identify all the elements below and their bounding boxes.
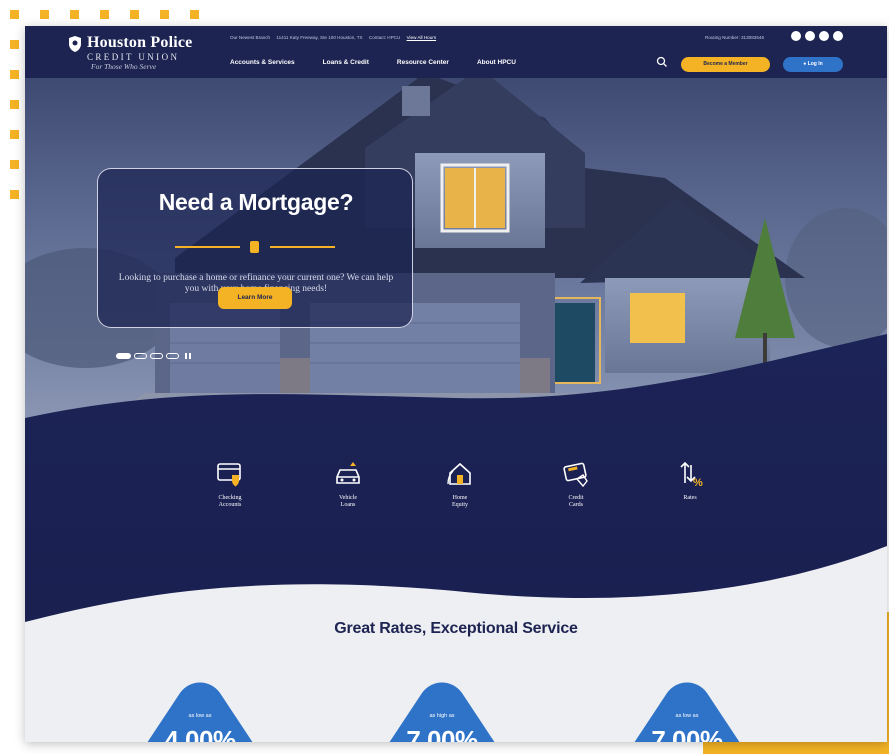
- accent-bar-bottom: [703, 742, 889, 754]
- routing-number: Routing Number: 313083646: [705, 35, 764, 40]
- topbar-contact: Contact: HPCU: [368, 35, 401, 40]
- quick-link-home-equity[interactable]: Home Equity: [425, 459, 495, 509]
- nav-resource-center[interactable]: Resource Center: [397, 59, 449, 66]
- nav-accounts-services[interactable]: Accounts & Services: [230, 59, 295, 66]
- site-header: Houston Police CREDIT UNION For Those Wh…: [25, 26, 887, 78]
- instagram-icon[interactable]: [791, 31, 801, 41]
- rate-value: 7.00%: [406, 725, 478, 742]
- hero-title: Need a Mortgage?: [158, 189, 354, 215]
- website-frame: Houston Police CREDIT UNION For Those Wh…: [25, 26, 887, 742]
- logo-tagline: For Those Who Serve: [91, 62, 157, 71]
- slide-dot-1[interactable]: [116, 353, 131, 359]
- login-label: Log In: [807, 61, 823, 67]
- quick-link-credit-cards[interactable]: Credit Cards: [541, 459, 611, 509]
- logo-name: Houston Police: [87, 34, 193, 51]
- checking-card-icon: [217, 463, 241, 487]
- linkedin-icon[interactable]: [833, 31, 843, 41]
- rate-value: 7.00%: [651, 725, 723, 742]
- rate-card-1[interactable]: as low as 4.00%: [135, 681, 265, 742]
- become-member-button[interactable]: Become a Member: [681, 57, 770, 72]
- search-icon[interactable]: [656, 56, 668, 68]
- nav-loans-credit[interactable]: Loans & Credit: [323, 59, 369, 66]
- vehicle-icon: [336, 462, 360, 484]
- rate-value: 4.00%: [164, 725, 236, 742]
- credit-card-icon: [563, 462, 588, 488]
- police-badge-icon: [69, 36, 81, 52]
- quick-link-label: Credit Cards: [568, 495, 584, 508]
- main-nav: Accounts & Services Loans & Credit Resou…: [230, 59, 516, 66]
- svg-text:%: %: [693, 477, 703, 489]
- login-button[interactable]: ● Log In: [783, 57, 843, 72]
- logo-subtitle: CREDIT UNION: [87, 52, 180, 62]
- rate-card-3[interactable]: as low as 7.00%: [622, 681, 752, 742]
- hero-divider: [175, 241, 335, 253]
- slide-dot-2[interactable]: [134, 353, 147, 359]
- learn-more-button[interactable]: Learn More: [218, 287, 292, 309]
- slider-controls: [116, 353, 192, 359]
- quick-link-label: Checking Accounts: [218, 495, 242, 508]
- slide-dot-4[interactable]: [166, 353, 179, 359]
- rate-prefix: as low as: [675, 713, 699, 719]
- nav-about[interactable]: About HPCU: [477, 59, 516, 66]
- rates-icon: %: [680, 461, 703, 489]
- quick-link-vehicle[interactable]: Vehicle Loans: [313, 459, 383, 509]
- section-title: Great Rates, Exceptional Service: [334, 620, 578, 637]
- twitter-icon[interactable]: [819, 31, 829, 41]
- slide-dot-3[interactable]: [150, 353, 163, 359]
- social-links: [791, 31, 843, 41]
- facebook-icon[interactable]: [805, 31, 815, 41]
- topbar-address: 11411 Katy Freeway, Ste 100 Houston, TX: [276, 35, 363, 40]
- top-info-bar: Our Newest Branch 11411 Katy Freeway, St…: [230, 35, 441, 40]
- rate-prefix: as high as: [429, 713, 455, 719]
- rate-prefix: as low as: [188, 713, 212, 719]
- hero-banner: Need a Mortgage? Looking to purchase a h…: [25, 78, 887, 418]
- topbar-branch: Our Newest Branch: [230, 35, 271, 40]
- logo[interactable]: Houston Police CREDIT UNION For Those Wh…: [65, 32, 205, 74]
- quick-link-rates[interactable]: % Rates: [655, 459, 725, 502]
- quick-link-label: Rates: [683, 495, 697, 501]
- shield-icon: [250, 241, 259, 253]
- home-equity-icon: [447, 462, 471, 485]
- quick-link-label: Vehicle Loans: [339, 495, 357, 508]
- pause-icon[interactable]: [184, 353, 192, 359]
- rate-card-2[interactable]: as high as 7.00%: [377, 681, 507, 742]
- view-all-hours-link[interactable]: View All Hours: [407, 35, 437, 40]
- quick-link-checking[interactable]: Checking Accounts: [195, 459, 265, 509]
- quick-link-label: Home Equity: [452, 495, 468, 508]
